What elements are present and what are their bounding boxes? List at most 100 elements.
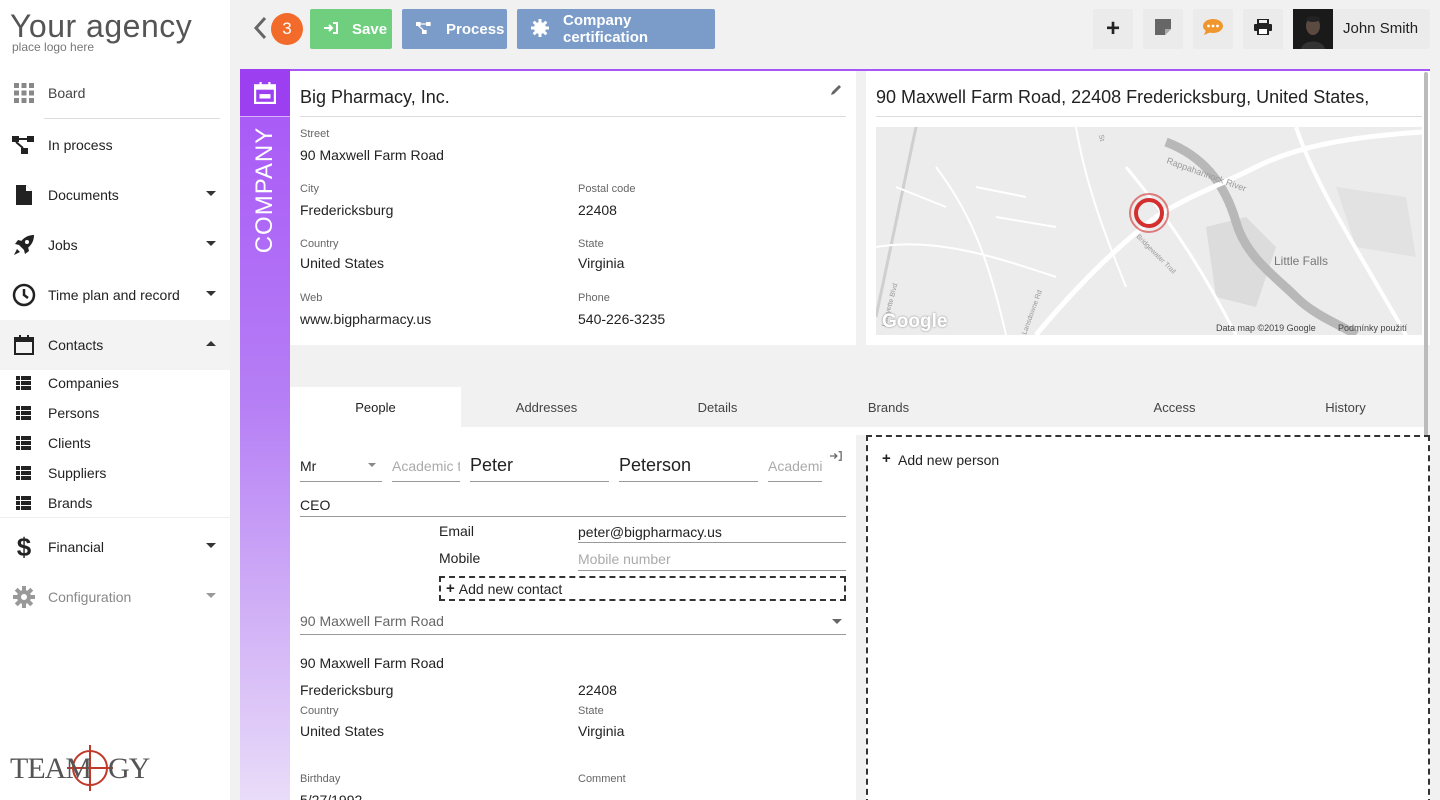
chevron-down-icon	[206, 543, 216, 548]
academic-title-after-input[interactable]: Academi	[768, 458, 822, 474]
chat-button[interactable]	[1193, 9, 1233, 49]
sidebar-item-contacts[interactable]: Contacts	[0, 320, 230, 370]
person-state: Virginia	[578, 723, 625, 739]
add-new-person-button[interactable]: + Add new person	[866, 435, 1430, 800]
position-input[interactable]: CEO	[300, 497, 330, 513]
state-label: State	[578, 238, 604, 250]
divider	[876, 116, 1422, 117]
postal-value[interactable]: 22408	[578, 202, 617, 218]
sidebar-item-in-process[interactable]: In process	[0, 120, 230, 170]
map-road-label: St	[1097, 134, 1105, 142]
map-attribution: Data map ©2019 Google	[1216, 323, 1316, 333]
tab-addresses[interactable]: Addresses	[461, 387, 632, 427]
sidebar-item-label: Time plan and record	[48, 287, 180, 303]
user-menu[interactable]: John Smith	[1293, 9, 1430, 49]
chat-icon	[1202, 18, 1224, 41]
street-value[interactable]: 90 Maxwell Farm Road	[300, 147, 444, 163]
birthday-input[interactable]: 5/27/1992	[300, 792, 362, 800]
phone-value[interactable]: 540-226-3235	[578, 311, 665, 327]
print-button[interactable]	[1243, 9, 1283, 49]
company-card: Big Pharmacy, Inc. Street 90 Maxwell Far…	[290, 71, 856, 345]
map-address: 90 Maxwell Farm Road, 22408 Fredericksbu…	[876, 87, 1370, 107]
tab-brands[interactable]: Brands	[803, 387, 974, 427]
sidebar-item-label: Configuration	[48, 589, 132, 605]
plus-icon: +	[1105, 15, 1120, 42]
phone-label: Phone	[578, 292, 610, 304]
state-value[interactable]: Virginia	[578, 255, 624, 271]
person-state-label: State	[578, 705, 604, 717]
add-contact-label: Add new contact	[458, 580, 563, 597]
tab-details[interactable]: Details	[632, 387, 803, 427]
underline	[578, 570, 846, 571]
sidebar: Your agency place logo here Board In pro…	[0, 0, 230, 800]
sidebar-subitem-label: Persons	[48, 405, 100, 421]
sticky-note-icon	[1155, 18, 1171, 40]
pencil-icon[interactable]	[830, 83, 844, 97]
sidebar-item-label: Jobs	[48, 237, 78, 253]
sidebar-item-documents[interactable]: Documents	[0, 170, 230, 220]
sidebar-item-label: In process	[48, 137, 113, 153]
person-country-label: Country	[300, 705, 339, 717]
certificate-icon	[531, 18, 549, 40]
sidebar-subitem-persons[interactable]: Persons	[0, 398, 230, 428]
web-value[interactable]: www.bigpharmacy.us	[300, 311, 431, 327]
list-icon	[16, 376, 32, 390]
grid-icon	[12, 81, 36, 105]
tab-people[interactable]: People	[290, 387, 461, 427]
country-value[interactable]: United States	[300, 255, 384, 271]
city-value[interactable]: Fredericksburg	[300, 202, 393, 218]
save-label: Save	[352, 20, 388, 38]
email-input[interactable]: peter@bigpharmacy.us	[578, 524, 722, 540]
add-new-contact-button[interactable]: + Add new contact	[439, 576, 846, 601]
underline	[768, 481, 822, 482]
notification-badge[interactable]: 3	[271, 13, 303, 45]
gear-icon	[12, 585, 36, 609]
map-terms-link[interactable]: Podmínky použití	[1338, 323, 1407, 333]
svg-text:TEAM: TEAM	[10, 752, 91, 785]
sidebar-item-financial[interactable]: $ Financial	[0, 522, 230, 572]
note-button[interactable]	[1143, 9, 1183, 49]
mobile-input[interactable]: Mobile number	[578, 551, 671, 567]
divider	[44, 118, 220, 119]
tab-panel-top	[290, 427, 1424, 435]
add-button[interactable]: +	[1093, 9, 1133, 49]
person-street: 90 Maxwell Farm Road	[300, 655, 444, 671]
google-logo: Google	[882, 311, 948, 332]
sidebar-item-time-plan[interactable]: Time plan and record	[0, 270, 230, 320]
sidebar-subitem-clients[interactable]: Clients	[0, 428, 230, 458]
mobile-label: Mobile	[439, 550, 481, 566]
tab-history[interactable]: History	[1260, 387, 1431, 427]
sidebar-subitem-suppliers[interactable]: Suppliers	[0, 458, 230, 488]
process-icon	[12, 133, 36, 157]
company-certification-button[interactable]: Company certification	[517, 9, 715, 49]
first-name-input[interactable]: Peter	[470, 455, 513, 476]
clock-icon	[12, 283, 36, 307]
academic-title-before-input[interactable]: Academic t	[392, 458, 460, 474]
list-icon	[16, 436, 32, 450]
tab-access[interactable]: Access	[1089, 387, 1260, 427]
sidebar-subitem-label: Brands	[48, 495, 93, 511]
sidebar-subitem-brands[interactable]: Brands	[0, 488, 230, 518]
company-name: Big Pharmacy, Inc.	[300, 87, 450, 107]
sidebar-item-jobs[interactable]: Jobs	[0, 220, 230, 270]
chevron-down-icon	[206, 593, 216, 598]
sidebar-subitem-label: Companies	[48, 375, 119, 391]
process-button[interactable]: Process	[402, 9, 507, 49]
save-button[interactable]: Save	[310, 9, 392, 49]
chevron-down-icon	[368, 463, 376, 467]
back-chevron-icon[interactable]	[252, 16, 268, 40]
salutation-select[interactable]: Mr	[300, 458, 316, 474]
map[interactable]: Rappahannock River Lafayette Blvd Lansdo…	[876, 127, 1422, 335]
sidebar-item-configuration[interactable]: Configuration	[0, 572, 230, 622]
address-select[interactable]: 90 Maxwell Farm Road	[300, 613, 444, 629]
sign-out-icon[interactable]	[830, 449, 844, 463]
last-name-input[interactable]: Peterson	[619, 455, 691, 476]
chevron-down-icon	[206, 291, 216, 296]
sidebar-subitem-companies[interactable]: Companies	[0, 368, 230, 398]
city-label: City	[300, 183, 319, 195]
list-icon	[16, 406, 32, 420]
calendar-icon	[240, 69, 290, 117]
divider	[300, 116, 846, 117]
sign-in-icon	[324, 21, 338, 37]
sidebar-item-board[interactable]: Board	[0, 68, 230, 118]
